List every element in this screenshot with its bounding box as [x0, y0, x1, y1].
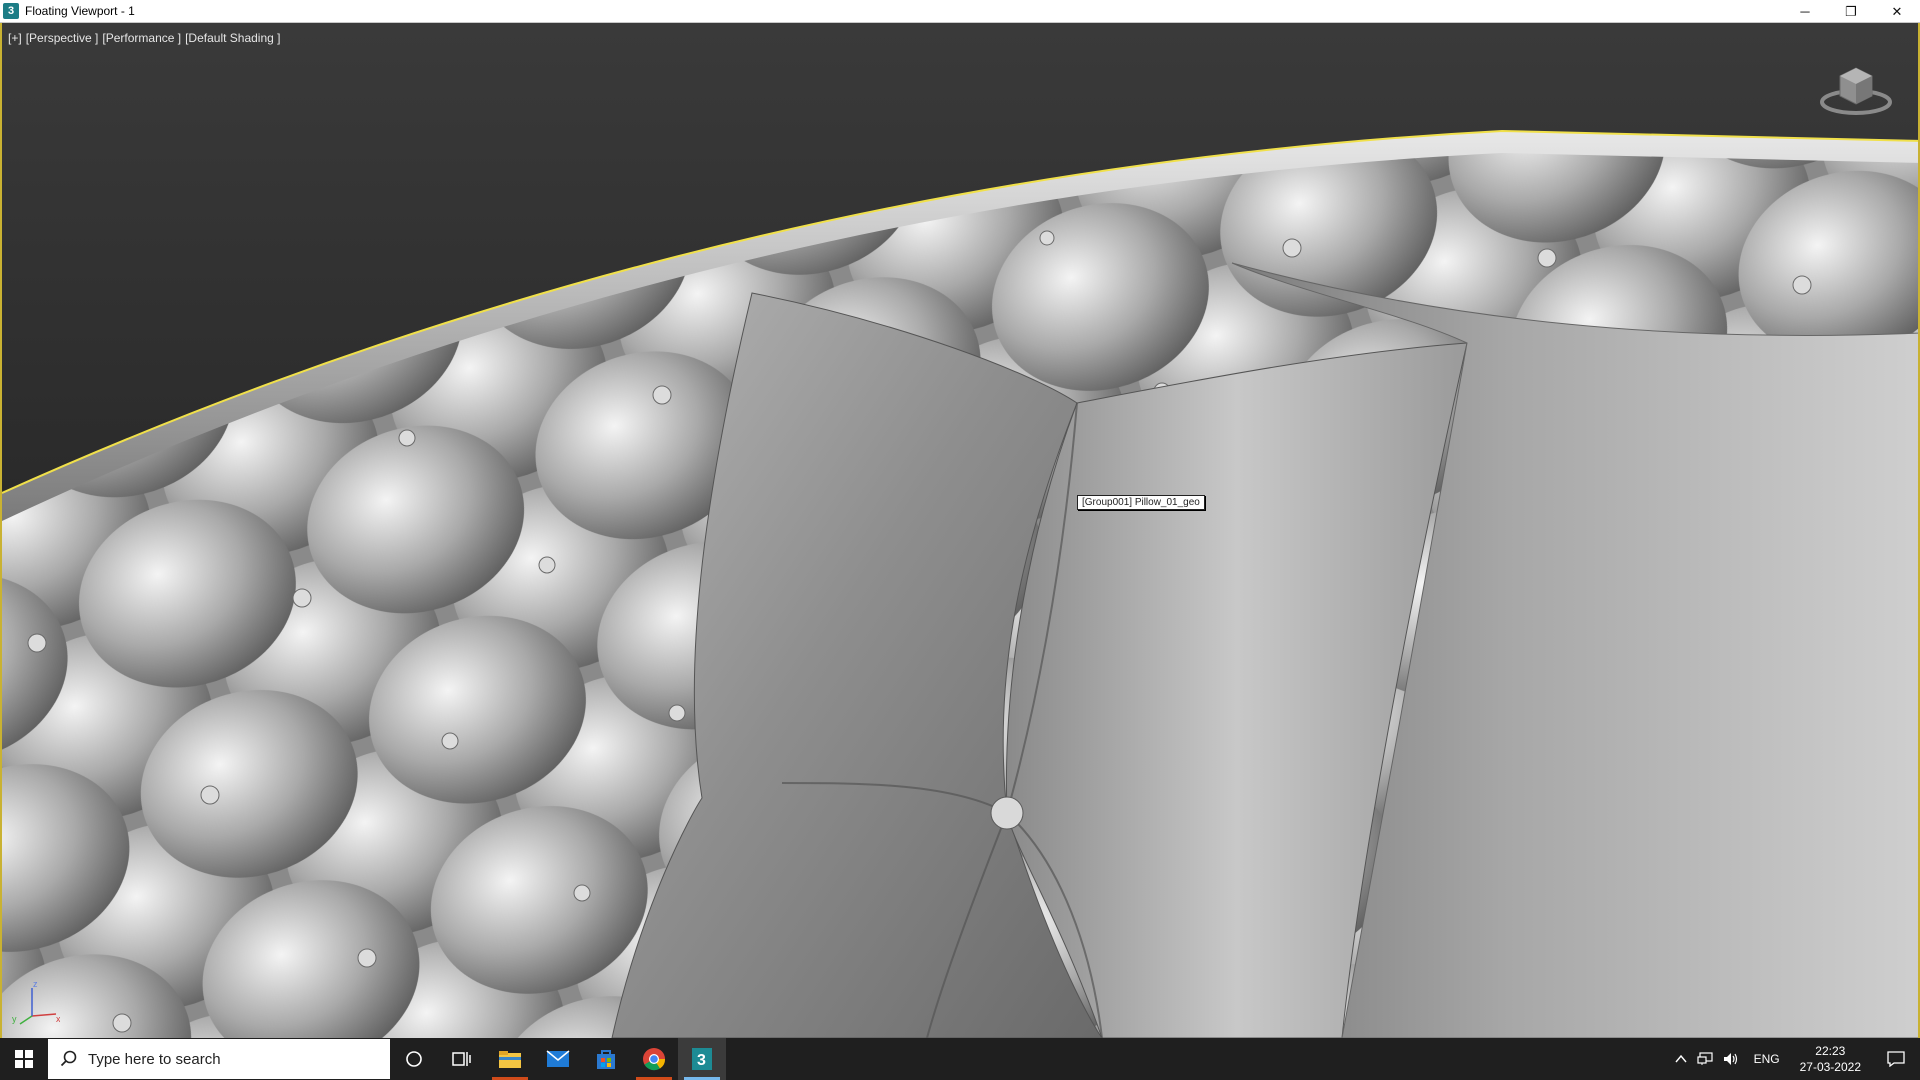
window-title: Floating Viewport - 1 [25, 4, 135, 18]
cortana-icon [406, 1051, 422, 1067]
viewport-performance-menu[interactable]: [Performance ] [102, 31, 181, 45]
3dsmax-taskbar-button[interactable]: 3 [678, 1038, 726, 1080]
object-hover-tooltip: [Group001] Pillow_01_geo [1077, 495, 1205, 510]
3dsmax-icon: 3 [692, 1048, 712, 1070]
viewport-plus-menu[interactable]: [+] [8, 31, 22, 45]
minimize-button[interactable]: ─ [1782, 0, 1828, 23]
file-explorer-button[interactable] [486, 1038, 534, 1080]
window-title-bar[interactable]: 3 Floating Viewport - 1 ─ ❐ ✕ [0, 0, 1920, 23]
store-icon [597, 1050, 615, 1069]
task-view-button[interactable] [438, 1038, 486, 1080]
show-hidden-icons-button[interactable] [1675, 1054, 1687, 1064]
volume-button[interactable] [1723, 1052, 1739, 1066]
chrome-button[interactable] [630, 1038, 678, 1080]
svg-text:3: 3 [697, 1052, 706, 1069]
store-button[interactable] [582, 1038, 630, 1080]
action-center-button[interactable] [1876, 1051, 1916, 1067]
task-view-icon [452, 1052, 471, 1066]
axis-y-label: y [12, 1014, 17, 1024]
sofa-render[interactable] [2, 23, 1920, 1038]
notification-icon [1887, 1051, 1905, 1067]
chevron-up-icon [1675, 1054, 1687, 1063]
system-tray: ENG 22:23 27-03-2022 [1670, 1038, 1920, 1080]
close-button[interactable]: ✕ [1874, 0, 1920, 23]
taskbar-search-box[interactable]: Type here to search [48, 1039, 390, 1079]
mail-button[interactable] [534, 1038, 582, 1080]
cortana-button[interactable] [390, 1038, 438, 1080]
network-button[interactable] [1696, 1052, 1713, 1066]
clock-date: 27-03-2022 [1799, 1060, 1861, 1074]
axis-x-label: x [56, 1014, 60, 1024]
windows-logo-icon [15, 1050, 33, 1068]
input-language-button[interactable]: ENG [1754, 1052, 1780, 1066]
start-button[interactable] [0, 1038, 48, 1080]
perspective-viewport[interactable]: [+] [Perspective ] [Performance ] [Default … [0, 23, 1920, 1038]
viewcube-icon[interactable] [1816, 58, 1896, 118]
search-icon [60, 1050, 77, 1067]
axis-tripod-icon: x z y [12, 979, 60, 1025]
3dsmax-app-icon: 3 [3, 3, 19, 19]
chrome-icon [643, 1048, 666, 1071]
network-icon [1696, 1052, 1713, 1065]
taskbar-clock[interactable]: 22:23 27-03-2022 [1800, 1043, 1861, 1075]
axis-z-label: z [33, 979, 38, 989]
clock-time: 22:23 [1815, 1044, 1846, 1058]
file-explorer-icon [499, 1051, 521, 1068]
windows-taskbar: Type here to search 3 ENG 22:23 27-03-20… [0, 1038, 1920, 1080]
viewport-shading-menu[interactable]: [Default Shading ] [185, 31, 280, 45]
speaker-icon [1723, 1053, 1737, 1065]
mail-icon [546, 1050, 570, 1067]
restore-button[interactable]: ❐ [1828, 0, 1874, 23]
viewport-label-menu[interactable]: [+] [Perspective ] [Performance ] [Default … [8, 31, 285, 45]
viewport-pov-menu[interactable]: [Perspective ] [26, 31, 99, 45]
search-placeholder: Type here to search [88, 1050, 221, 1068]
